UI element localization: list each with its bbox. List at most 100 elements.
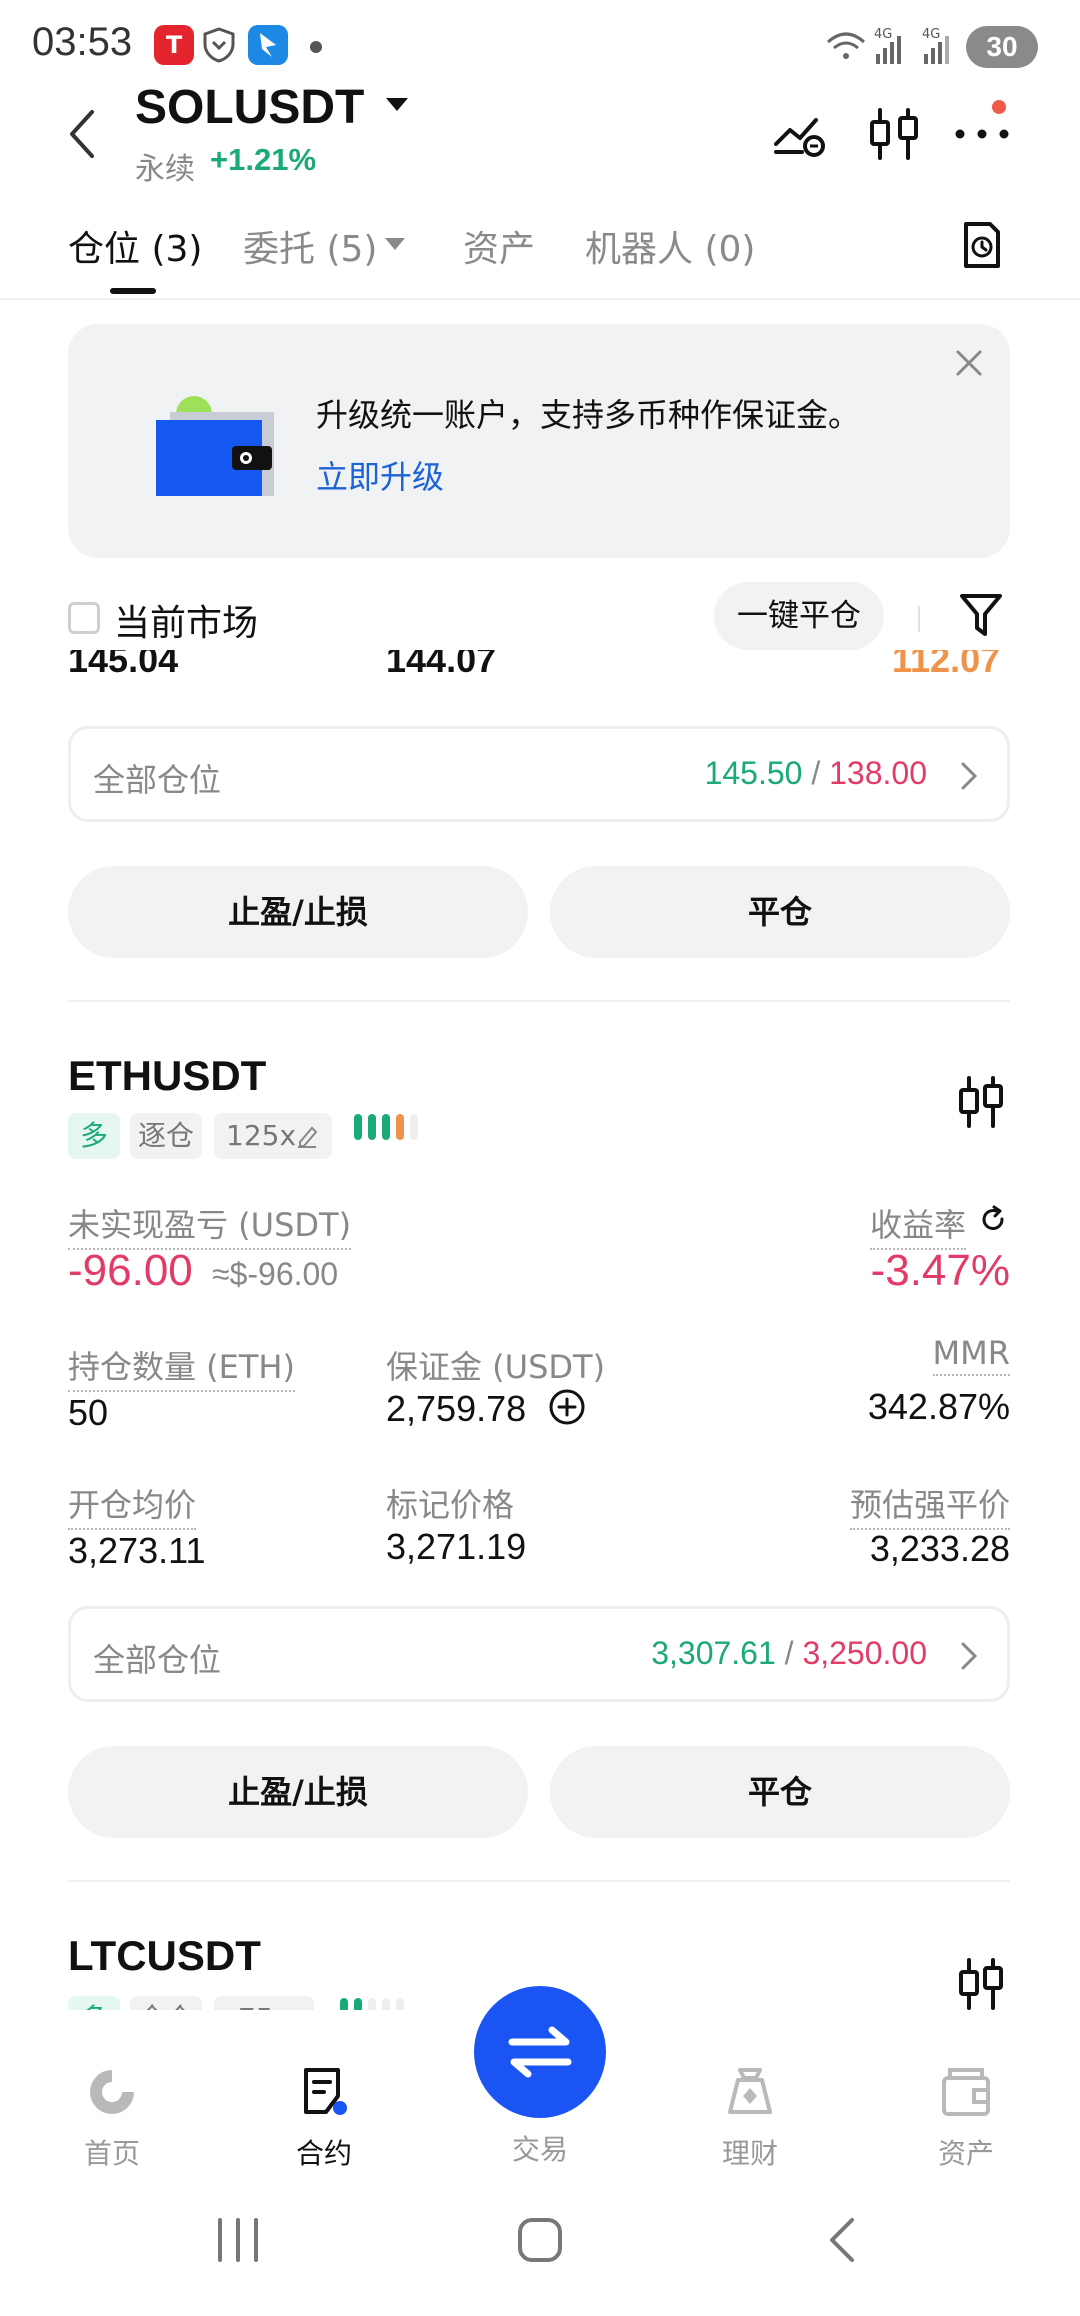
- swap-arrows-icon: [508, 2026, 572, 2078]
- bottom-nav: 首页 合约 交易 理财 资产: [0, 1986, 1080, 2176]
- all-positions-label: 全部仓位: [93, 1641, 222, 1679]
- status-bar: 03:53 T 4G 4G 30: [0, 0, 1080, 90]
- eth-all-positions-tpsl[interactable]: 全部仓位 3,307.61 / 3,250.00: [68, 1606, 1010, 1702]
- tp-value: 145.50: [704, 755, 803, 791]
- side-badge: 多: [68, 1996, 120, 2010]
- chevron-right-icon: [961, 762, 978, 790]
- unrealized-pnl-label[interactable]: 未实现盈亏 (USDT): [68, 1200, 352, 1250]
- nav-futures[interactable]: 合约: [264, 2066, 384, 2172]
- nav-label: 交易: [511, 2133, 568, 2166]
- kline-chart-icon[interactable]: [864, 104, 924, 164]
- roe-label[interactable]: 收益率: [870, 1200, 967, 1250]
- kline-chart-icon[interactable]: [956, 1956, 1006, 2012]
- eth-close-button[interactable]: 平仓: [550, 1746, 1010, 1838]
- nav-label: 理财: [721, 2137, 778, 2170]
- close-icon[interactable]: [954, 348, 984, 378]
- price-change: +1.21%: [210, 142, 317, 177]
- sol-clipped-value-1: 145.04: [68, 650, 179, 680]
- nav-assets[interactable]: 资产: [906, 2066, 1026, 2172]
- upgrade-link[interactable]: 立即升级: [316, 452, 444, 498]
- kline-chart-icon[interactable]: [956, 1074, 1006, 1130]
- contract-type: 永续: [135, 152, 195, 187]
- filter-icon[interactable]: [958, 590, 1004, 640]
- sol-all-positions-tpsl[interactable]: 全部仓位 145.50 / 138.00: [68, 726, 1010, 822]
- tab-bar: 仓位 (3) 委托 (5) 资产 机器人 (0): [0, 200, 1080, 300]
- shield-icon: [203, 27, 235, 63]
- banner-text: 升级统一账户，支持多币种作保证金。: [316, 396, 861, 434]
- tab-bots[interactable]: 机器人 (0): [585, 220, 755, 272]
- chevron-down-icon[interactable]: [386, 98, 408, 111]
- nav-earn[interactable]: 理财: [690, 2066, 810, 2172]
- battery-indicator: 30: [966, 26, 1038, 68]
- liq-price-label[interactable]: 预估强平价: [849, 1480, 1010, 1530]
- tab-orders[interactable]: 委托 (5): [243, 220, 377, 272]
- ltc-badges-clipped: 多 全仓 75x: [68, 1996, 468, 2010]
- unrealized-pnl-value: -96.00: [68, 1246, 193, 1295]
- edit-pencil-icon[interactable]: [296, 1124, 318, 1148]
- ltc-symbol[interactable]: LTCUSDT: [68, 1932, 261, 1980]
- add-margin-icon[interactable]: [548, 1388, 586, 1426]
- mark-price-value: 3,271.19: [386, 1526, 527, 1567]
- trade-button[interactable]: [474, 1986, 606, 2118]
- margin-label: 保证金 (USDT): [386, 1348, 606, 1386]
- tpsl-values: 3,307.61 / 3,250.00: [651, 1635, 927, 1672]
- back-arrow-icon[interactable]: [62, 106, 102, 162]
- sl-value: 138.00: [829, 755, 927, 791]
- nav-label: 合约: [295, 2137, 352, 2170]
- tpsl-values: 145.50 / 138.00: [705, 755, 927, 792]
- roe-value: -3.47%: [870, 1246, 1010, 1295]
- leverage-badge: 75x: [214, 1996, 314, 2010]
- divider: [68, 1880, 1010, 1882]
- divider: [918, 606, 920, 632]
- eth-tpsl-button[interactable]: 止盈/止损: [68, 1746, 528, 1838]
- entry-price-label[interactable]: 开仓均价: [68, 1480, 197, 1530]
- symbol-title[interactable]: SOLUSDT: [135, 80, 364, 135]
- close-all-button[interactable]: 一键平仓: [714, 582, 884, 650]
- entry-price-value: 3,273.11: [68, 1530, 206, 1571]
- current-market-checkbox[interactable]: [68, 602, 100, 634]
- home-button-icon: [518, 2218, 562, 2262]
- separator: /: [775, 1635, 803, 1671]
- more-menu-icon[interactable]: [952, 104, 1012, 164]
- order-history-icon[interactable]: [960, 220, 1004, 270]
- eth-symbol[interactable]: ETHUSDT: [68, 1052, 266, 1100]
- upgrade-banner: 升级统一账户，支持多币种作保证金。 立即升级: [68, 324, 1010, 558]
- home-icon: [90, 2070, 134, 2114]
- badge-dot: [992, 100, 1006, 114]
- earn-icon: [728, 2068, 772, 2114]
- nav-label: 资产: [937, 2137, 994, 2170]
- filter-row: 当前市场 一键平仓: [68, 582, 1010, 652]
- liq-price-value: 3,233.28: [869, 1528, 1010, 1569]
- adl-indicator-icon: [340, 1998, 404, 2010]
- separator: /: [802, 755, 830, 791]
- tab-positions[interactable]: 仓位 (3): [68, 220, 202, 272]
- position-size-label[interactable]: 持仓数量 (ETH): [68, 1342, 295, 1392]
- current-market-label: 当前市场: [114, 603, 259, 644]
- mmr-label[interactable]: MMR: [932, 1334, 1010, 1376]
- strategy-icon[interactable]: [770, 104, 830, 164]
- sol-close-button[interactable]: 平仓: [550, 866, 1010, 958]
- tab-assets[interactable]: 资产: [463, 220, 535, 272]
- side-badge: 多: [68, 1113, 120, 1159]
- sol-tpsl-button[interactable]: 止盈/止损: [68, 866, 528, 958]
- mmr-value: 342.87%: [867, 1386, 1010, 1427]
- system-back-icon: [830, 2218, 854, 2262]
- network-label-1: 4G: [874, 27, 892, 42]
- chevron-right-icon: [961, 1642, 978, 1670]
- tp-value: 3,307.61: [651, 1635, 776, 1671]
- system-navigation-bar: [218, 2218, 854, 2262]
- network-label-2: 4G: [922, 27, 940, 42]
- wallet-icon: [942, 2068, 990, 2116]
- mark-price-label: 标记价格: [386, 1486, 515, 1524]
- notification-dot: [310, 41, 322, 53]
- nav-home[interactable]: 首页: [52, 2066, 172, 2172]
- chevron-down-icon[interactable]: [385, 238, 405, 250]
- wallet-illustration-icon: [156, 396, 274, 496]
- nav-label: 首页: [83, 2137, 140, 2170]
- refresh-icon[interactable]: [978, 1204, 1008, 1234]
- margin-mode-badge: 逐仓: [130, 1113, 202, 1159]
- sl-value: 3,250.00: [802, 1635, 927, 1671]
- futures-icon: [304, 2068, 347, 2115]
- tesla-app-icon: T: [154, 25, 194, 65]
- divider: [68, 1000, 1010, 1002]
